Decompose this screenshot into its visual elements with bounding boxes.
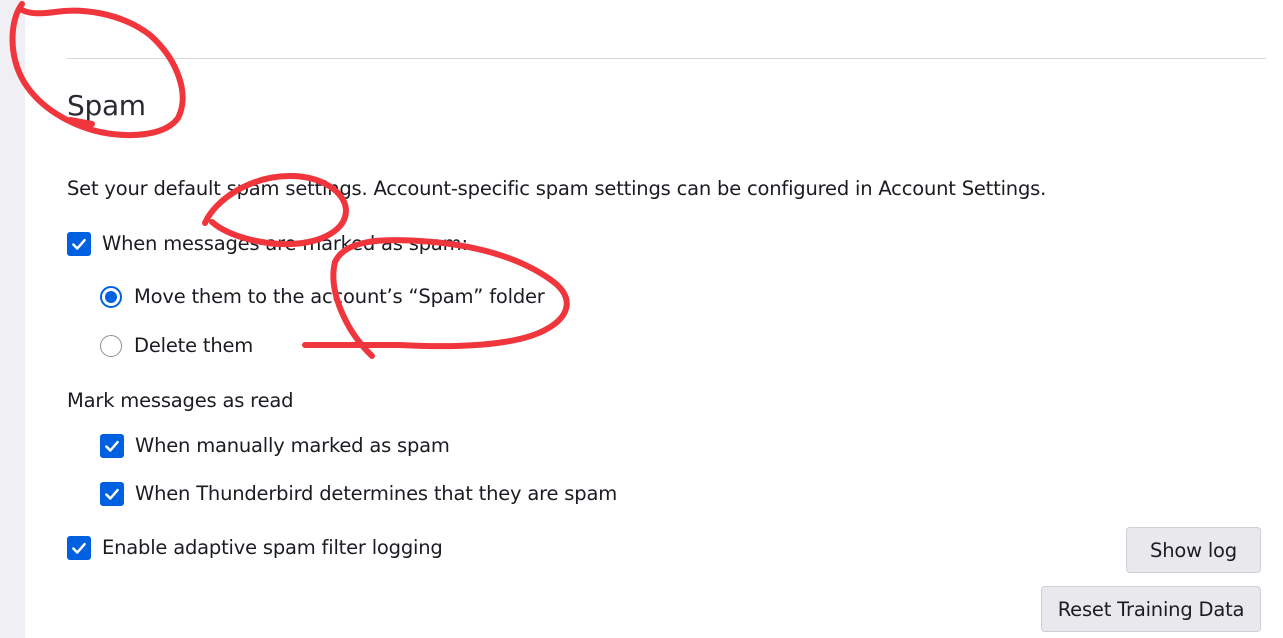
section-heading: Spam <box>67 89 146 122</box>
manually-marked-label: When manually marked as spam <box>135 434 450 457</box>
logging-checkbox-row[interactable]: Enable adaptive spam filter logging <box>67 536 443 560</box>
delete-them-label: Delete them <box>134 334 254 357</box>
thunderbird-determines-checkbox-row[interactable]: When Thunderbird determines that they ar… <box>100 482 617 506</box>
checkbox-checked-icon[interactable] <box>100 434 124 458</box>
move-to-spam-radio-row[interactable]: Move them to the account’s “Spam” folder <box>100 285 545 309</box>
checkbox-checked-icon[interactable] <box>100 482 124 506</box>
logging-label: Enable adaptive spam filter logging <box>102 536 443 559</box>
show-log-button[interactable]: Show log <box>1126 527 1261 573</box>
when-marked-checkbox-row[interactable]: When messages are marked as spam: <box>67 232 468 256</box>
when-marked-label: When messages are marked as spam: <box>102 232 468 255</box>
checkbox-checked-icon[interactable] <box>67 536 91 560</box>
mark-read-heading: Mark messages as read <box>67 389 294 412</box>
sidebar-edge <box>0 0 25 638</box>
checkbox-checked-icon[interactable] <box>67 232 91 256</box>
delete-radio-row[interactable]: Delete them <box>100 334 253 358</box>
radio-selected-icon[interactable] <box>100 286 122 308</box>
move-to-spam-label: Move them to the account’s “Spam” folder <box>134 285 545 308</box>
radio-unselected-icon[interactable] <box>100 335 122 357</box>
manually-marked-checkbox-row[interactable]: When manually marked as spam <box>100 434 450 458</box>
section-description: Set your default spam settings. Account-… <box>67 177 1047 200</box>
reset-training-data-button[interactable]: Reset Training Data <box>1041 586 1261 632</box>
thunderbird-determines-label: When Thunderbird determines that they ar… <box>135 482 617 505</box>
section-divider <box>67 58 1266 59</box>
